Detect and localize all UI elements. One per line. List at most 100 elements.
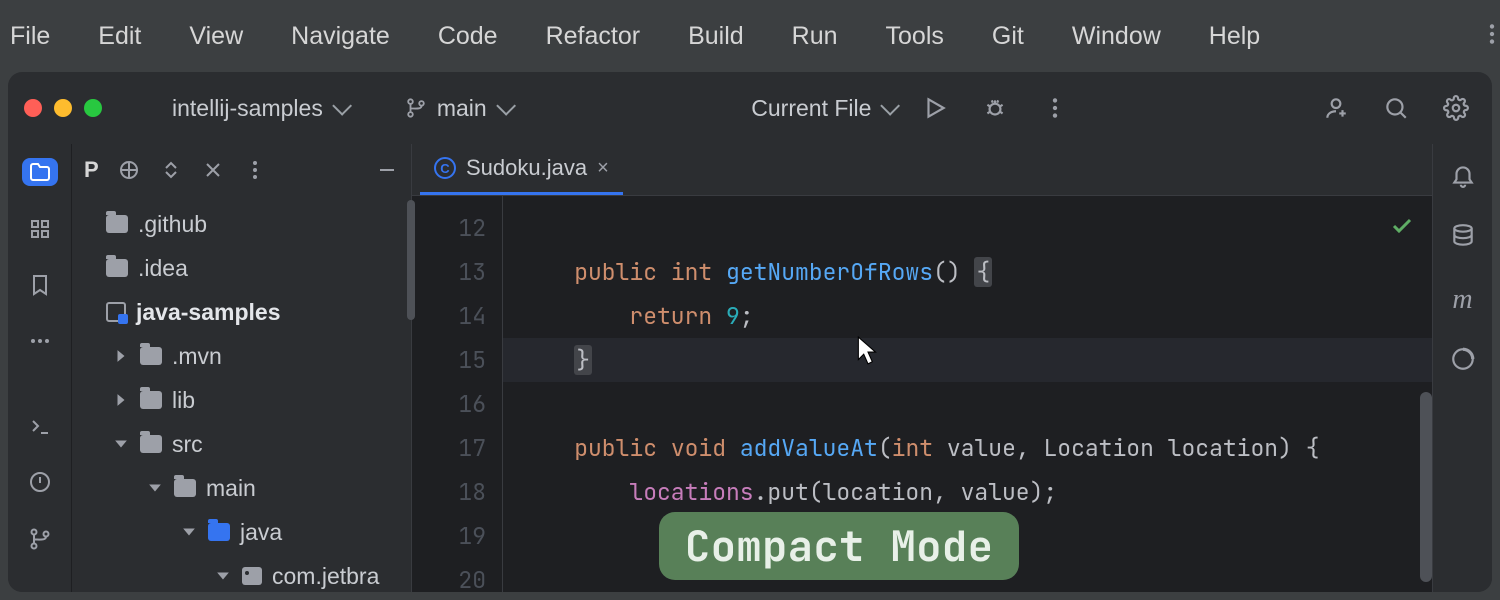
database-tool-button[interactable] <box>1450 223 1476 254</box>
editor-content[interactable]: 121314151617181920 Compact Mode <box>412 196 1432 592</box>
problems-tool-button[interactable] <box>22 468 58 496</box>
menu-build[interactable]: Build <box>688 22 744 51</box>
vcs-branch-selector[interactable]: main <box>405 95 511 122</box>
folder-icon <box>106 215 128 233</box>
editor-tabs: C Sudoku.java × <box>412 144 1432 196</box>
menu-window[interactable]: Window <box>1072 22 1161 51</box>
menu-file[interactable]: File <box>10 22 50 51</box>
expand-all-icon[interactable] <box>159 158 183 182</box>
compact-mode-label: Compact Mode <box>685 518 993 574</box>
menu-run[interactable]: Run <box>792 22 838 51</box>
menu-code[interactable]: Code <box>438 22 498 51</box>
ide-window: intellij-samples main Current File <box>8 72 1492 592</box>
project-selector[interactable]: intellij-samples <box>172 95 347 122</box>
branch-name: main <box>437 95 487 122</box>
code-line[interactable]: public void addValueAt(int value, Locati… <box>503 426 1432 470</box>
select-opened-file-icon[interactable] <box>117 158 141 182</box>
line-number: 17 <box>412 426 486 470</box>
run-config-name: Current File <box>751 95 871 122</box>
tree-arrow-icon[interactable] <box>146 481 164 495</box>
tree-item-label: .idea <box>138 255 188 282</box>
line-number: 16 <box>412 382 486 426</box>
tree-item-label: main <box>206 475 256 502</box>
package-icon <box>242 567 262 585</box>
notifications-button[interactable] <box>1450 162 1476 193</box>
terminal-tool-button[interactable] <box>22 412 58 440</box>
tree-item--idea[interactable]: .idea <box>72 246 411 290</box>
close-tab-icon[interactable]: × <box>597 157 609 180</box>
code-line[interactable] <box>503 382 1432 426</box>
left-tool-stripe <box>8 144 72 592</box>
menu-edit[interactable]: Edit <box>98 22 141 51</box>
menu-navigate[interactable]: Navigate <box>291 22 390 51</box>
debug-button[interactable] <box>975 88 1015 128</box>
project-tree[interactable]: .github .idea java-samples .mvn lib src main ja… <box>72 196 411 592</box>
collapse-tool-icon[interactable] <box>201 158 225 182</box>
tree-item-label: java-samples <box>136 299 280 326</box>
os-menu-bar: File Edit View Navigate Code Refactor Bu… <box>0 0 1500 72</box>
tree-arrow-icon[interactable] <box>214 569 232 583</box>
menu-git[interactable]: Git <box>992 22 1024 51</box>
git-tool-button[interactable] <box>22 525 58 553</box>
menu-help[interactable]: Help <box>1209 22 1260 51</box>
line-number: 18 <box>412 470 486 514</box>
mouse-cursor-icon <box>857 336 879 380</box>
bookmarks-tool-button[interactable] <box>22 271 58 299</box>
folder-icon <box>140 391 162 409</box>
project-panel: P .github.ideajava-samples.mvnli <box>72 144 412 592</box>
tree-item-main[interactable]: main <box>72 466 411 510</box>
tree-item-java[interactable]: java <box>72 510 411 554</box>
tree-item--github[interactable]: .github <box>72 202 411 246</box>
tree-item-lib[interactable]: lib <box>72 378 411 422</box>
code-with-me-button[interactable] <box>1316 88 1356 128</box>
code-line[interactable]: locations.put(location, value); <box>503 470 1432 514</box>
line-number: 14 <box>412 294 486 338</box>
more-actions-button[interactable] <box>1035 88 1075 128</box>
editor-gutter: 121314151617181920 <box>412 196 502 592</box>
run-button[interactable] <box>915 88 955 128</box>
tree-item-java-samples[interactable]: java-samples <box>72 290 411 334</box>
code-line[interactable]: } <box>503 338 1432 382</box>
editor-scrollbar[interactable] <box>1420 392 1432 582</box>
structure-tool-button[interactable] <box>22 214 58 242</box>
menu-view[interactable]: View <box>189 22 243 51</box>
code-line[interactable]: return 9; <box>503 294 1432 338</box>
tree-arrow-icon[interactable] <box>112 437 130 451</box>
profiler-tool-button[interactable] <box>1450 346 1476 377</box>
code-line[interactable]: public int getNumberOfRows() { <box>503 250 1432 294</box>
tree-arrow-icon[interactable] <box>112 393 130 407</box>
tree-item-src[interactable]: src <box>72 422 411 466</box>
window-minimize-button[interactable] <box>54 99 72 117</box>
module-icon <box>106 302 126 322</box>
menu-refactor[interactable]: Refactor <box>546 22 640 51</box>
tree-arrow-icon[interactable] <box>180 525 198 539</box>
tree-item-com-jetbra[interactable]: com.jetbra <box>72 554 411 592</box>
tree-item-label: .github <box>138 211 207 238</box>
line-number: 20 <box>412 558 486 592</box>
run-config-selector[interactable]: Current File <box>751 95 895 122</box>
search-everywhere-button[interactable] <box>1376 88 1416 128</box>
line-number: 12 <box>412 206 486 250</box>
folder-icon <box>174 479 196 497</box>
tree-item-label: lib <box>172 387 195 414</box>
code-line[interactable] <box>503 206 1432 250</box>
hide-panel-icon[interactable] <box>375 158 399 182</box>
panel-options-icon[interactable] <box>243 158 267 182</box>
maven-tool-button[interactable]: m <box>1452 284 1472 316</box>
project-tool-button[interactable] <box>22 158 58 186</box>
folder-icon <box>140 435 162 453</box>
inspections-ok-icon[interactable] <box>1390 208 1414 252</box>
project-name: intellij-samples <box>172 95 323 122</box>
tree-item--mvn[interactable]: .mvn <box>72 334 411 378</box>
tree-arrow-icon[interactable] <box>112 349 130 363</box>
editor-tab-sudoku[interactable]: C Sudoku.java × <box>420 144 623 195</box>
class-file-icon: C <box>434 157 456 179</box>
settings-button[interactable] <box>1436 88 1476 128</box>
editor-tab-label: Sudoku.java <box>466 155 587 181</box>
editor-code[interactable]: Compact Mode public int getNumberOfRows(… <box>503 196 1432 592</box>
menu-tools[interactable]: Tools <box>886 22 944 51</box>
window-close-button[interactable] <box>24 99 42 117</box>
line-number: 13 <box>412 250 486 294</box>
more-tools-button[interactable] <box>22 327 58 355</box>
window-zoom-button[interactable] <box>84 99 102 117</box>
